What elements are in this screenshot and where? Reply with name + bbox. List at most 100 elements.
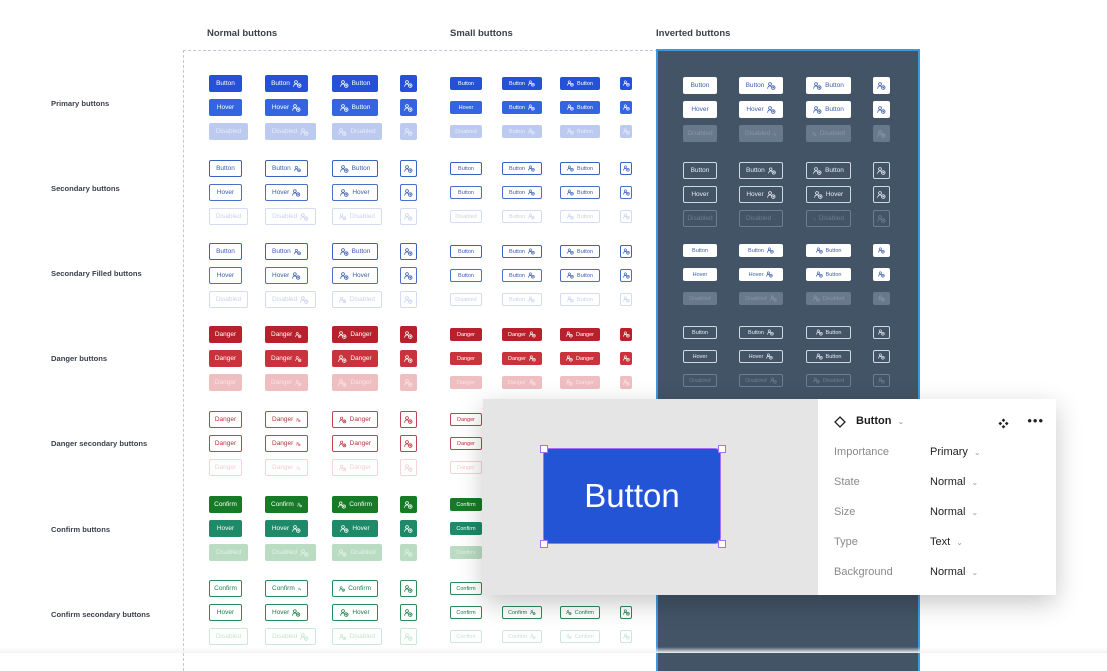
component-button[interactable] [873, 244, 890, 257]
component-button[interactable]: Hover [209, 267, 242, 284]
disabled-button[interactable] [400, 291, 417, 308]
disabled-button[interactable]: Disabled [265, 208, 316, 225]
disabled-button[interactable]: Disabled [265, 123, 316, 140]
property-value-dropdown[interactable]: Normal ⌄ [930, 476, 978, 488]
disabled-button[interactable]: Confirm [450, 546, 482, 559]
component-button[interactable]: Danger [209, 435, 242, 452]
disabled-button[interactable]: Confirm [450, 630, 482, 643]
component-button[interactable] [400, 326, 417, 343]
disabled-button[interactable]: Disabled [265, 628, 316, 645]
component-button[interactable]: Button [209, 243, 242, 260]
disabled-button[interactable]: Disabled [450, 293, 482, 306]
component-button[interactable]: Danger [560, 352, 600, 365]
component-button[interactable]: Button [502, 77, 542, 90]
component-button[interactable]: Hover [332, 604, 378, 621]
preview-button[interactable]: Button [543, 448, 721, 544]
component-button[interactable] [873, 326, 890, 339]
component-button[interactable]: Button [806, 244, 851, 257]
component-button[interactable] [620, 606, 632, 619]
component-button[interactable]: Confirm [265, 496, 308, 513]
component-button[interactable] [400, 604, 417, 621]
component-button[interactable]: Confirm [209, 496, 242, 513]
component-button[interactable] [400, 411, 417, 428]
component-button[interactable]: Hover [332, 267, 378, 284]
resize-handle-bottom-left[interactable] [540, 540, 548, 548]
disabled-button[interactable]: Disabled [739, 292, 783, 305]
component-button[interactable]: Confirm [332, 580, 378, 597]
disabled-button[interactable]: Disabled [209, 628, 248, 645]
component-button[interactable]: Button [806, 268, 851, 281]
disabled-button[interactable]: Disabled [332, 208, 382, 225]
component-button[interactable]: Button [502, 162, 542, 175]
component-button[interactable]: Hover [683, 350, 717, 363]
component-button[interactable]: Button [739, 162, 783, 179]
component-button[interactable]: Hover [683, 268, 717, 281]
component-button[interactable]: Confirm [450, 582, 482, 595]
component-button[interactable]: Hover [265, 184, 308, 201]
property-value-dropdown[interactable]: Normal ⌄ [930, 566, 978, 578]
disabled-button[interactable]: Disabled [332, 628, 382, 645]
component-button[interactable] [400, 350, 417, 367]
component-button[interactable]: Danger [332, 435, 378, 452]
component-button[interactable]: Hover [332, 520, 378, 537]
disabled-button[interactable]: Danger [450, 376, 482, 389]
disabled-button[interactable] [873, 210, 890, 227]
disabled-button[interactable]: Disabled [332, 544, 382, 561]
component-button[interactable]: Hover [806, 186, 851, 203]
component-button[interactable]: Button [739, 77, 783, 94]
disabled-button[interactable]: Disabled [806, 210, 851, 227]
component-button[interactable]: Confirm [450, 498, 482, 511]
property-value-dropdown[interactable]: Text ⌄ [930, 536, 963, 548]
component-button[interactable] [620, 77, 632, 90]
disabled-button[interactable] [620, 630, 632, 643]
disabled-button[interactable] [873, 125, 890, 142]
component-button[interactable] [873, 268, 890, 281]
component-button[interactable]: Confirm [502, 606, 542, 619]
component-button[interactable]: Danger [332, 326, 378, 343]
component-button[interactable] [620, 328, 632, 341]
component-button[interactable]: Hover [265, 604, 308, 621]
disabled-button[interactable]: Button [502, 125, 542, 138]
component-button[interactable]: Button [450, 162, 482, 175]
component-button[interactable]: Button [502, 101, 542, 114]
disabled-button[interactable]: Disabled [265, 291, 316, 308]
component-button[interactable]: Danger [502, 328, 542, 341]
component-button[interactable]: Button [806, 162, 851, 179]
component-button[interactable]: Button [265, 160, 308, 177]
component-button[interactable]: Hover [450, 101, 482, 114]
disabled-button[interactable]: Danger [560, 376, 600, 389]
component-button[interactable] [400, 99, 417, 116]
resize-handle-top-left[interactable] [540, 445, 548, 453]
component-button[interactable]: Button [450, 269, 482, 282]
disabled-button[interactable]: Disabled [209, 291, 248, 308]
component-button[interactable]: Button [209, 75, 242, 92]
component-button[interactable]: Button [806, 101, 851, 118]
component-button[interactable] [400, 580, 417, 597]
component-button[interactable]: Button [450, 245, 482, 258]
component-button[interactable]: Button [560, 77, 600, 90]
component-button[interactable]: Button [265, 243, 308, 260]
component-button[interactable]: Button [502, 245, 542, 258]
component-button[interactable]: Danger [450, 413, 482, 426]
component-button[interactable] [620, 352, 632, 365]
disabled-button[interactable] [400, 628, 417, 645]
component-button[interactable]: Hover [265, 99, 308, 116]
component-button[interactable] [620, 269, 632, 282]
disabled-button[interactable]: Button [502, 293, 542, 306]
component-button[interactable]: Hover [683, 101, 717, 118]
disabled-button[interactable]: Disabled [683, 125, 717, 142]
disabled-button[interactable]: Danger [209, 459, 242, 476]
component-button[interactable] [400, 267, 417, 284]
component-button[interactable]: Hover [209, 184, 242, 201]
component-button[interactable]: Button [450, 186, 482, 199]
component-button[interactable]: Button [683, 244, 717, 257]
component-button[interactable]: Danger [265, 350, 308, 367]
disabled-button[interactable] [873, 374, 890, 387]
disabled-button[interactable]: Disabled [209, 208, 248, 225]
component-button[interactable]: Button [502, 269, 542, 282]
component-button[interactable]: Hover [683, 186, 717, 203]
component-button[interactable]: Danger [332, 350, 378, 367]
component-button[interactable]: Confirm [450, 606, 482, 619]
component-button[interactable]: Hover [739, 101, 783, 118]
disabled-button[interactable]: Disabled [739, 210, 783, 227]
